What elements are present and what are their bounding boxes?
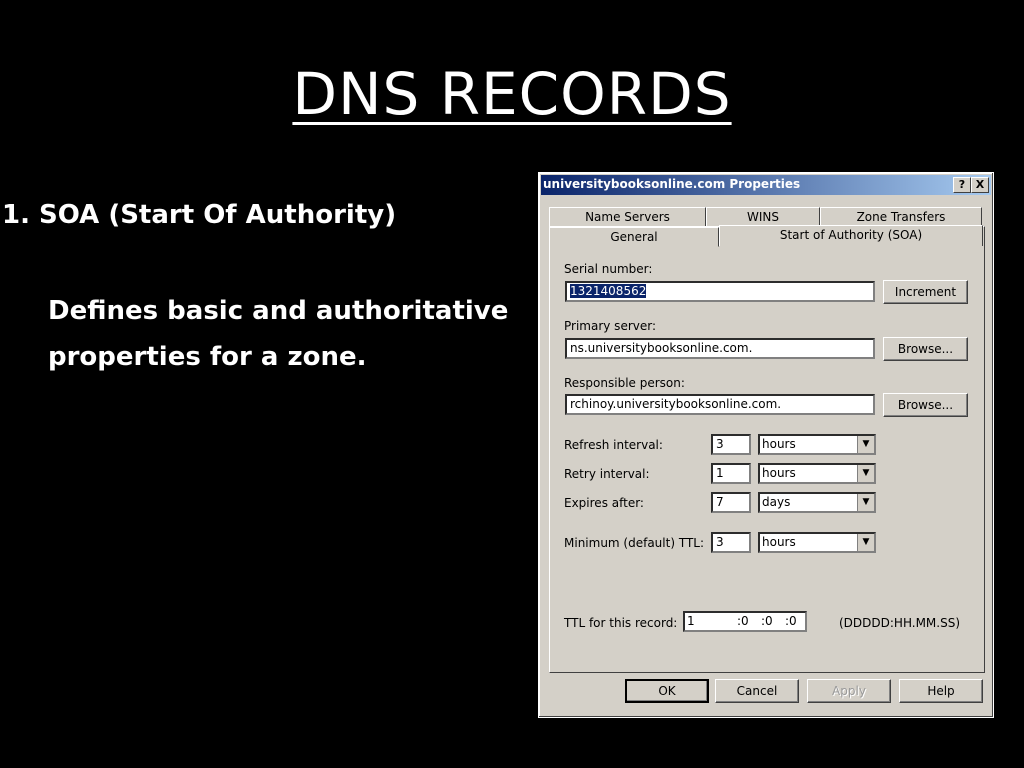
ttl-format-hint: (DDDDD:HH.MM.SS) [839,616,961,630]
properties-dialog: universitybooksonline.com Properties ? X… [538,172,994,718]
minimum-ttl-unit-select[interactable]: hours ▼ [758,532,876,553]
help-button[interactable]: Help [899,679,983,703]
browse-responsible-button[interactable]: Browse... [883,393,968,417]
slide-title: DNS RECORDS [292,60,732,128]
tab-zone-transfers[interactable]: Zone Transfers [820,207,982,227]
tab-name-servers[interactable]: Name Servers [549,207,706,227]
bullet-heading: 1. SOA (Start Of Authority) [2,200,397,230]
description: Defines basic and authoritative properti… [48,288,548,380]
serial-number-label: Serial number: [564,262,653,276]
dialog-title: universitybooksonline.com Properties [543,177,801,191]
browse-primary-button[interactable]: Browse... [883,337,968,361]
increment-button[interactable]: Increment [883,280,968,304]
serial-number-value: 1321408562 [570,284,647,298]
primary-server-label: Primary server: [564,319,657,333]
apply-button[interactable]: Apply [807,679,891,703]
chevron-down-icon[interactable]: ▼ [857,494,874,511]
ttl-days[interactable]: 1 [687,613,695,630]
refresh-unit-value: hours [762,437,796,451]
help-icon[interactable]: ? [953,177,971,193]
refresh-interval-label: Refresh interval: [564,438,663,452]
expires-after-label: Expires after: [564,496,644,510]
minimum-ttl-input[interactable]: 3 [711,532,751,553]
ttl-record-label: TTL for this record: [564,616,678,630]
minimum-ttl-unit-value: hours [762,535,796,549]
tab-wins[interactable]: WINS [706,207,820,227]
refresh-unit-select[interactable]: hours ▼ [758,434,876,455]
retry-interval-input[interactable]: 1 [711,463,751,484]
refresh-interval-input[interactable]: 3 [711,434,751,455]
chevron-down-icon[interactable]: ▼ [857,534,874,551]
primary-server-input[interactable]: ns.universitybooksonline.com. [565,338,875,359]
retry-interval-label: Retry interval: [564,467,650,481]
cancel-button[interactable]: Cancel [715,679,799,703]
ttl-record-input[interactable]: 1 :0 :0 :0 [683,611,807,632]
description-line-2: properties for a zone. [48,342,367,372]
chevron-down-icon[interactable]: ▼ [857,436,874,453]
responsible-person-input[interactable]: rchinoy.universitybooksonline.com. [565,394,875,415]
close-icon[interactable]: X [971,177,989,193]
retry-unit-value: hours [762,466,796,480]
tab-soa[interactable]: Start of Authority (SOA) [719,225,983,246]
ttl-minutes[interactable]: :0 [761,613,773,630]
serial-number-input[interactable]: 1321408562 [565,281,875,302]
description-line-1: Defines basic and authoritative [48,296,509,326]
ok-button[interactable]: OK [625,679,709,703]
responsible-person-label: Responsible person: [564,376,685,390]
ttl-seconds[interactable]: :0 [785,613,797,630]
minimum-ttl-label: Minimum (default) TTL: [564,536,705,550]
expires-after-input[interactable]: 7 [711,492,751,513]
expires-unit-value: days [762,495,791,509]
dialog-titlebar[interactable]: universitybooksonline.com Properties ? X [541,175,991,195]
ttl-hours[interactable]: :0 [737,613,749,630]
retry-unit-select[interactable]: hours ▼ [758,463,876,484]
expires-unit-select[interactable]: days ▼ [758,492,876,513]
chevron-down-icon[interactable]: ▼ [857,465,874,482]
